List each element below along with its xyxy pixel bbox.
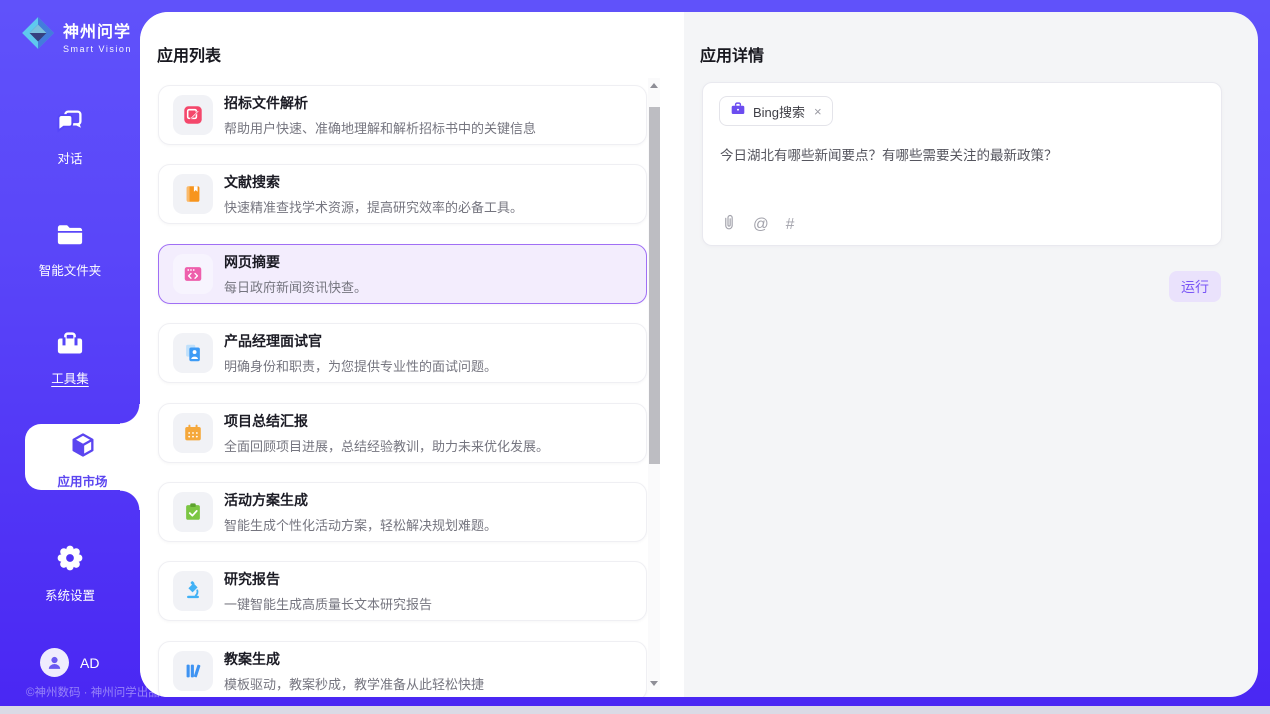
list-scrollbar[interactable] xyxy=(648,78,660,690)
brand-diamond-icon xyxy=(20,15,56,56)
scrollbar-thumb[interactable] xyxy=(649,107,660,464)
run-button[interactable]: 运行 xyxy=(1169,271,1221,302)
app-card-title: 文献搜索 xyxy=(224,172,523,192)
app-card-literature-search[interactable]: 文献搜索 快速精准查找学术资源，提高研究效率的必备工具。 xyxy=(158,164,647,224)
tool-tag-label: Bing搜索 xyxy=(753,102,805,121)
app-card-project-summary[interactable]: 项目总结汇报 全面回顾项目进展，总结经验教训，助力未来优化发展。 xyxy=(158,403,647,463)
app-card-desc: 模板驱动，教案秒成，教学准备从此轻松快捷 xyxy=(224,674,484,693)
main-content: 应用列表 招标文件解析 帮助用户快速、准确地理解和解析招标书中的关键信息 xyxy=(140,12,1258,697)
app-card-bid-parsing[interactable]: 招标文件解析 帮助用户快速、准确地理解和解析招标书中的关键信息 xyxy=(158,85,647,145)
app-list-title: 应用列表 xyxy=(157,42,221,66)
app-card-desc: 每日政府新闻资讯快查。 xyxy=(224,277,367,296)
scrollbar-up-button[interactable] xyxy=(648,78,660,92)
books-icon xyxy=(173,651,213,691)
app-card-title: 招标文件解析 xyxy=(224,93,536,113)
user-initials: AD xyxy=(80,655,99,671)
sidebar-item-label: 智能文件夹 xyxy=(39,260,102,279)
sidebar-item-label: 应用市场 xyxy=(57,471,107,490)
briefcase-icon xyxy=(730,101,746,121)
app-detail-panel: 应用详情 Bing搜索 × 今日湖北有哪些新闻要点？有哪些需要关注的最新政策？ xyxy=(684,12,1258,697)
person-icon xyxy=(46,654,63,671)
app-card-title: 活动方案生成 xyxy=(224,490,497,510)
cube-icon xyxy=(69,431,97,464)
sidebar-item-app-market[interactable]: 应用市场 xyxy=(25,431,140,490)
folder-icon xyxy=(55,221,85,253)
triangle-down-icon xyxy=(650,681,658,686)
app-card-research-report[interactable]: 研究报告 一键智能生成高质量长文本研究报告 xyxy=(158,561,647,621)
sidebar-item-smart-folder[interactable]: 智能文件夹 xyxy=(0,221,140,279)
microscope-icon xyxy=(173,571,213,611)
app-card-title: 项目总结汇报 xyxy=(224,411,549,431)
app-card-desc: 一键智能生成高质量长文本研究报告 xyxy=(224,594,432,613)
close-icon[interactable]: × xyxy=(814,104,822,119)
tool-tag-bing-search[interactable]: Bing搜索 × xyxy=(719,96,833,126)
brand-logo: 神州问学 Smart Vision xyxy=(20,15,132,56)
sidebar-item-label: 工具集 xyxy=(51,368,89,387)
edit-document-icon xyxy=(173,95,213,135)
query-input-card[interactable]: Bing搜索 × 今日湖北有哪些新闻要点？有哪些需要关注的最新政策？ @ # xyxy=(702,82,1222,246)
app-card-event-plan[interactable]: 活动方案生成 智能生成个性化活动方案，轻松解决规划难题。 xyxy=(158,482,647,542)
app-card-web-summary[interactable]: 网页摘要 每日政府新闻资讯快查。 xyxy=(158,244,647,304)
app-card-desc: 智能生成个性化活动方案，轻松解决规划难题。 xyxy=(224,515,497,534)
app-card-desc: 快速精准查找学术资源，提高研究效率的必备工具。 xyxy=(224,197,523,216)
sidebar-item-chat[interactable]: 对话 xyxy=(0,108,140,167)
active-nav-fillet-top xyxy=(120,404,140,424)
app-card-desc: 全面回顾项目进展，总结经验教训，助力未来优化发展。 xyxy=(224,436,549,455)
chat-icon xyxy=(55,108,85,141)
user-account[interactable]: AD xyxy=(40,648,99,677)
app-card-title: 教案生成 xyxy=(224,649,484,669)
scrollbar-down-button[interactable] xyxy=(648,676,660,690)
brand-name: 神州问学 xyxy=(63,18,132,42)
sidebar-item-toolset[interactable]: 工具集 xyxy=(0,329,140,387)
triangle-up-icon xyxy=(650,83,658,88)
brand-subtitle: Smart Vision xyxy=(63,44,132,54)
composer-toolbar: @ # xyxy=(720,213,794,236)
app-card-title: 产品经理面试官 xyxy=(224,331,497,351)
gear-icon xyxy=(55,543,85,578)
avatar xyxy=(40,648,69,677)
app-frame: 神州问学 Smart Vision 对话 xyxy=(0,0,1270,706)
clipboard-check-icon xyxy=(173,492,213,532)
app-card-desc: 明确身份和职责，为您提供专业性的面试问题。 xyxy=(224,356,497,375)
sidebar-item-settings[interactable]: 系统设置 xyxy=(0,543,140,604)
copyright-text: ©神州数码 · 神州问学出品 xyxy=(26,684,160,700)
toolbox-icon xyxy=(55,329,85,361)
paperclip-icon[interactable] xyxy=(720,213,736,236)
sidebar: 神州问学 Smart Vision 对话 xyxy=(0,0,140,706)
active-nav-fillet-bottom xyxy=(120,490,140,510)
query-text[interactable]: 今日湖北有哪些新闻要点？有哪些需要关注的最新政策？ xyxy=(720,146,1200,166)
app-card-desc: 帮助用户快速、准确地理解和解析招标书中的关键信息 xyxy=(224,118,536,137)
browser-code-icon xyxy=(173,254,213,294)
app-detail-title: 应用详情 xyxy=(700,42,764,66)
app-card-pm-interviewer[interactable]: 产品经理面试官 明确身份和职责，为您提供专业性的面试问题。 xyxy=(158,323,647,383)
app-card-lesson-plan[interactable]: 教案生成 模板驱动，教案秒成，教学准备从此轻松快捷 xyxy=(158,641,647,697)
sidebar-item-label: 系统设置 xyxy=(45,585,95,604)
app-list-panel: 应用列表 招标文件解析 帮助用户快速、准确地理解和解析招标书中的关键信息 xyxy=(140,12,684,697)
book-icon xyxy=(173,174,213,214)
app-card-title: 研究报告 xyxy=(224,569,432,589)
hash-tag-icon[interactable]: # xyxy=(786,216,795,234)
resume-person-icon xyxy=(173,333,213,373)
calendar-icon xyxy=(173,413,213,453)
at-mention-icon[interactable]: @ xyxy=(753,216,769,234)
sidebar-item-label: 对话 xyxy=(57,148,82,167)
app-card-list: 招标文件解析 帮助用户快速、准确地理解和解析招标书中的关键信息 文献搜索 xyxy=(158,85,647,697)
app-card-title: 网页摘要 xyxy=(224,252,367,272)
